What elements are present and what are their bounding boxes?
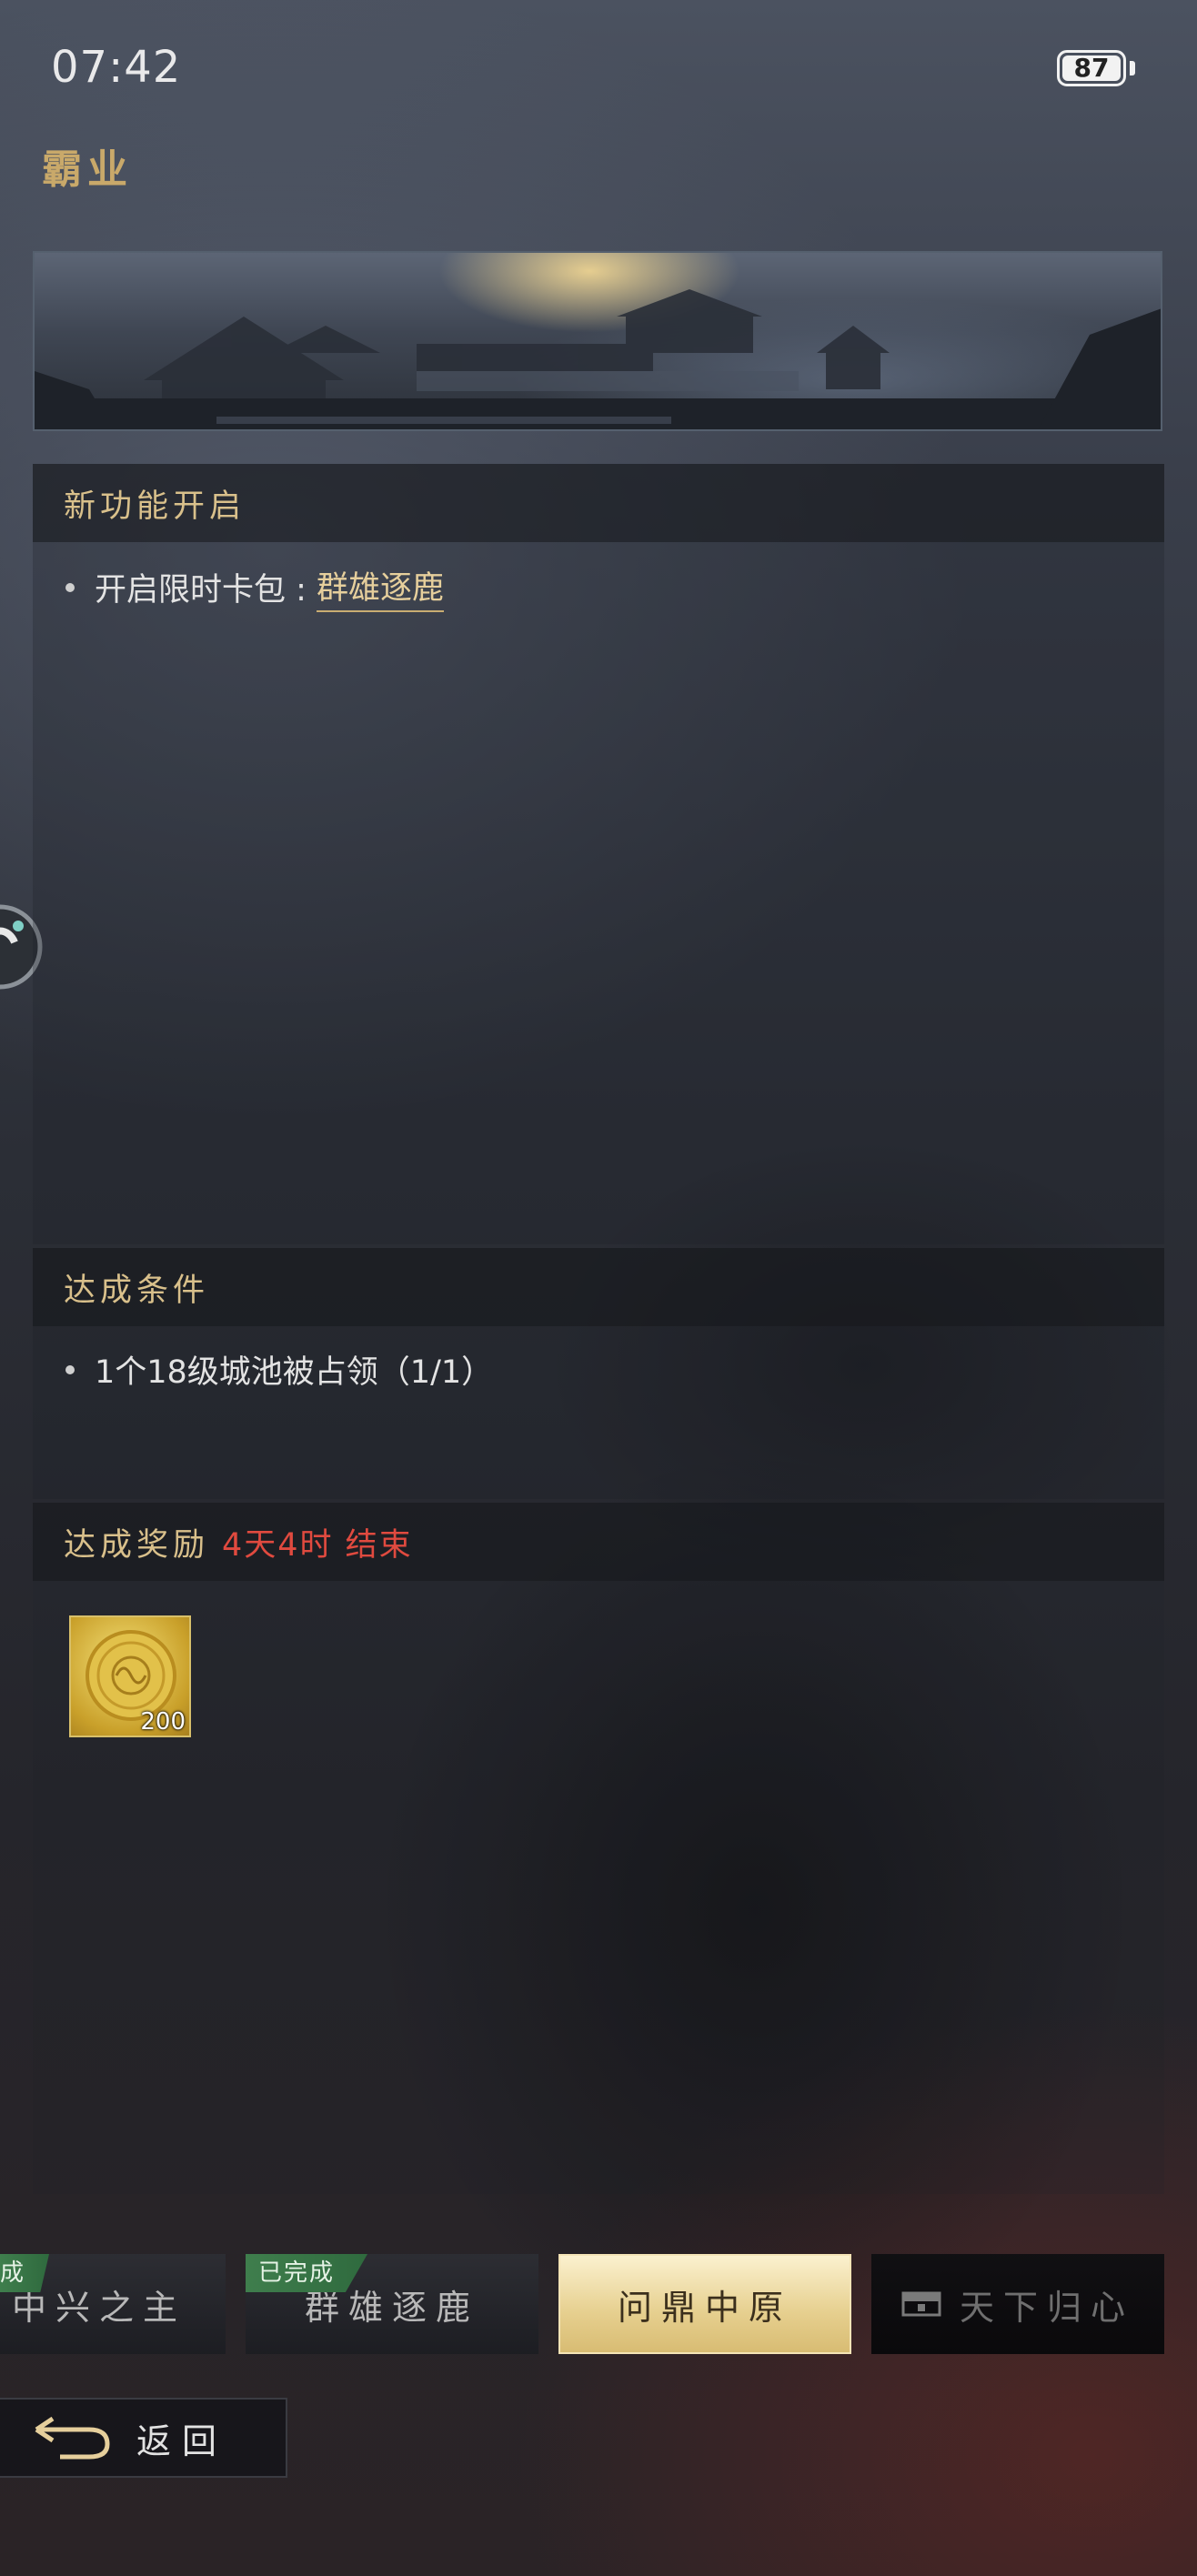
palace-banner-image: [33, 251, 1162, 431]
reward-count: 200: [140, 1708, 186, 1736]
new-feature-header: 新功能开启: [33, 464, 1164, 542]
tab-qunxiong[interactable]: 已完成 群雄逐鹿: [246, 2254, 538, 2354]
tab-zhongxing[interactable]: 成 中兴之主: [0, 2254, 226, 2354]
rewards-timer: 4天4时 结束: [222, 1526, 413, 1564]
tab-label: 问鼎中原: [617, 2287, 792, 2328]
card-pack-link[interactable]: 群雄逐鹿: [317, 562, 445, 612]
lock-icon: [901, 2291, 941, 2317]
tab-tianxia[interactable]: 天下归心: [871, 2254, 1164, 2354]
page-title: 霸业: [42, 146, 133, 193]
back-arrow-icon: [35, 2416, 110, 2460]
reward-item[interactable]: 200: [69, 1615, 191, 1737]
bullet-dot: [65, 582, 75, 592]
list-item: 开启限时卡包 : 群雄逐鹿: [62, 562, 1135, 612]
rewards-panel: 达成奖励 4天4时 结束 200: [33, 1503, 1164, 2194]
condition-text: 1个18级城池被占领（1/1）: [95, 1354, 494, 1391]
bullet-dot: [65, 1364, 75, 1374]
back-label: 返回: [136, 2420, 228, 2461]
list-item: 1个18级城池被占领（1/1）: [62, 1346, 1135, 1393]
rewards-header: 达成奖励 4天4时 结束: [33, 1503, 1164, 1581]
conditions-header: 达成条件: [33, 1248, 1164, 1326]
conditions-panel: 达成条件 1个18级城池被占领（1/1）: [33, 1248, 1164, 1499]
battery-tip: [1130, 61, 1135, 75]
tab-label: 天下归心: [959, 2287, 1134, 2328]
battery-level: 87: [1062, 55, 1121, 81]
status-time: 07:42: [51, 42, 182, 93]
tab-wending[interactable]: 问鼎中原: [558, 2254, 851, 2354]
back-button[interactable]: 返回: [0, 2398, 287, 2478]
new-feature-panel: 新功能开启 开启限时卡包 : 群雄逐鹿: [33, 464, 1164, 1244]
rewards-title: 达成奖励: [64, 1526, 210, 1564]
battery-icon: 87: [1057, 50, 1126, 86]
feature-item-text: 开启限时卡包 :: [95, 572, 317, 609]
